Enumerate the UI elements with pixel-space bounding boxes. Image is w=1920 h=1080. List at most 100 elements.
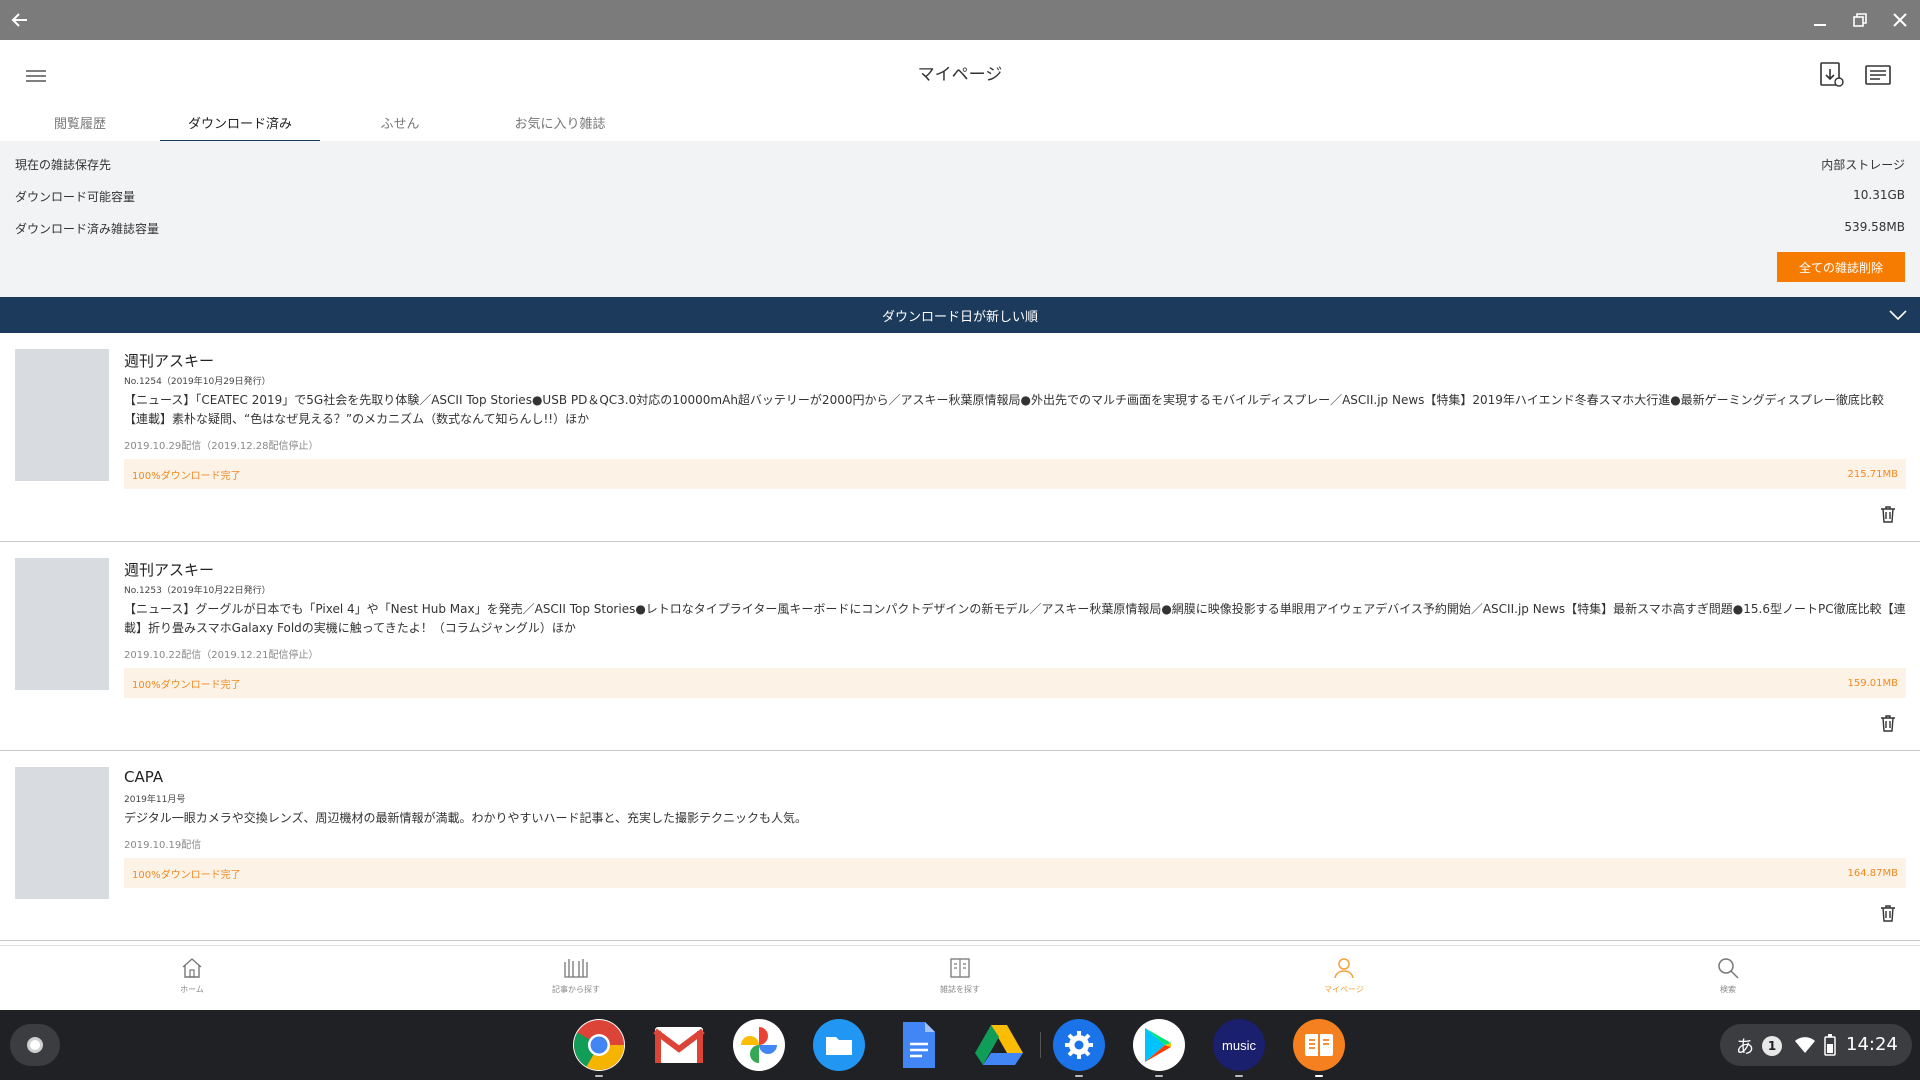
download-status: 100%ダウンロード完了 215.71MB bbox=[124, 459, 1906, 489]
back-button[interactable] bbox=[6, 0, 34, 40]
clock: 14:24 bbox=[1846, 1034, 1898, 1055]
tab-downloaded[interactable]: ダウンロード済み bbox=[160, 112, 320, 142]
sort-selector[interactable]: ダウンロード日が新しい順 bbox=[0, 297, 1920, 333]
magazine-cover[interactable] bbox=[15, 558, 109, 690]
articles-icon bbox=[564, 959, 588, 978]
news-button[interactable] bbox=[1864, 62, 1894, 88]
amazon-music-icon: music bbox=[1222, 1037, 1256, 1053]
magazine-cover[interactable] bbox=[15, 767, 109, 899]
minimize-button[interactable] bbox=[1806, 0, 1834, 40]
battery-icon bbox=[1824, 1034, 1836, 1056]
delivery-date: 2019.10.29配信（2019.12.28配信停止） bbox=[124, 441, 319, 452]
drive-app[interactable] bbox=[973, 1019, 1025, 1071]
list-item[interactable]: 週刊アスキー No.1254（2019年10月29日発行） 【ニュース】「CEA… bbox=[0, 333, 1920, 542]
trash-icon bbox=[1881, 715, 1895, 732]
downloaded-capacity-row: ダウンロード済み雑誌容量 539.58MB bbox=[15, 220, 1905, 240]
delivery-date: 2019.10.19配信 bbox=[124, 840, 202, 851]
storage-location-row: 現在の雑誌保存先 内部ストレージ bbox=[15, 156, 1905, 176]
download-status-text: 100%ダウンロード完了 bbox=[132, 869, 241, 881]
files-icon bbox=[826, 1037, 852, 1055]
tab-bar: 閲覧履歴 ダウンロード済み ふせん お気に入り雑誌 bbox=[0, 112, 1920, 142]
amazon-music-app[interactable]: music bbox=[1213, 1019, 1265, 1077]
play-store-icon bbox=[1145, 1028, 1171, 1062]
files-app[interactable] bbox=[813, 1019, 865, 1071]
shelf-separator bbox=[1040, 1032, 1041, 1058]
available-capacity-value: 10.31GB bbox=[1853, 188, 1905, 202]
running-indicator bbox=[1235, 1075, 1243, 1077]
play-store-app[interactable] bbox=[1133, 1019, 1185, 1077]
chevron-down-icon bbox=[1889, 310, 1907, 321]
download-status: 100%ダウンロード完了 159.01MB bbox=[124, 668, 1906, 698]
file-size: 164.87MB bbox=[1847, 867, 1898, 879]
delete-button[interactable] bbox=[1877, 711, 1899, 735]
available-capacity-label: ダウンロード可能容量 bbox=[15, 190, 136, 204]
storage-location-value: 内部ストレージ bbox=[1821, 158, 1905, 172]
trash-icon bbox=[1881, 905, 1895, 922]
nav-articles-label: 記事から探す bbox=[552, 985, 600, 994]
download-manage-button[interactable] bbox=[1818, 60, 1846, 90]
photos-app[interactable] bbox=[733, 1019, 785, 1071]
issue-number: No.1254（2019年10月29日発行） bbox=[124, 377, 271, 387]
nav-mypage-label: マイページ bbox=[1324, 985, 1364, 994]
gmail-icon bbox=[653, 1027, 705, 1063]
nav-home[interactable]: ホーム bbox=[132, 954, 252, 995]
nav-mypage[interactable]: マイページ bbox=[1284, 954, 1404, 995]
file-size: 215.71MB bbox=[1847, 468, 1898, 480]
close-button[interactable] bbox=[1886, 0, 1914, 40]
nav-search-label: 検索 bbox=[1720, 985, 1736, 994]
delete-button[interactable] bbox=[1877, 502, 1899, 526]
home-icon bbox=[182, 958, 202, 978]
nav-articles[interactable]: 記事から探す bbox=[516, 954, 636, 995]
arrow-left-icon bbox=[11, 13, 27, 27]
gmail-app[interactable] bbox=[653, 1019, 705, 1071]
download-manage-icon bbox=[1820, 62, 1844, 87]
storage-info: 現在の雑誌保存先 内部ストレージ ダウンロード可能容量 10.31GB ダウンロ… bbox=[0, 141, 1920, 297]
photos-icon bbox=[741, 1027, 777, 1063]
tab-bookmarks[interactable]: ふせん bbox=[320, 112, 480, 142]
magazine-title: 週刊アスキー bbox=[124, 352, 215, 370]
drive-icon bbox=[975, 1025, 1023, 1065]
tab-favorite-magazines[interactable]: お気に入り雑誌 bbox=[480, 112, 640, 142]
nav-magazines[interactable]: 雑誌を探す bbox=[900, 954, 1020, 995]
running-indicator bbox=[1075, 1075, 1083, 1077]
running-indicator bbox=[1315, 1075, 1323, 1077]
nav-home-label: ホーム bbox=[180, 985, 204, 994]
storage-location-label: 現在の雑誌保存先 bbox=[15, 158, 112, 172]
download-status: 100%ダウンロード完了 164.87MB bbox=[124, 858, 1906, 888]
running-indicator bbox=[595, 1075, 603, 1077]
downloaded-capacity-label: ダウンロード済み雑誌容量 bbox=[15, 222, 160, 236]
window-titlebar bbox=[0, 0, 1920, 40]
download-status-text: 100%ダウンロード完了 bbox=[132, 470, 241, 482]
downloaded-capacity-value: 539.58MB bbox=[1844, 220, 1905, 234]
magazine-app[interactable] bbox=[1293, 1019, 1345, 1077]
chrome-app[interactable] bbox=[573, 1019, 625, 1077]
launcher-icon bbox=[27, 1037, 43, 1053]
delete-button[interactable] bbox=[1877, 901, 1899, 925]
list-item[interactable]: 週刊アスキー No.1253（2019年10月22日発行） 【ニュース】グーグル… bbox=[0, 542, 1920, 751]
wifi-icon bbox=[1795, 1037, 1815, 1053]
file-size: 159.01MB bbox=[1847, 677, 1898, 689]
docs-icon bbox=[903, 1022, 935, 1068]
maximize-button[interactable] bbox=[1846, 0, 1874, 40]
ime-indicator: あ bbox=[1736, 1037, 1754, 1058]
list-item[interactable]: CAPA 2019年11月号 デジタル一眼カメラや交換レンズ、周辺機材の最新情報… bbox=[0, 751, 1920, 941]
magazine-title: 週刊アスキー bbox=[124, 561, 215, 579]
nav-search[interactable]: 検索 bbox=[1668, 954, 1788, 995]
bottom-navigation: ホーム 記事から探す 雑誌を探す マイページ 検索 bbox=[0, 945, 1920, 1010]
delivery-date: 2019.10.22配信（2019.12.21配信停止） bbox=[124, 650, 319, 661]
magazine-description: 【ニュース】「CEATEC 2019」で5G社会を先取り体験／ASCII Top… bbox=[124, 393, 1884, 426]
magazines-icon bbox=[950, 958, 970, 978]
settings-app[interactable] bbox=[1053, 1019, 1105, 1077]
launcher-button[interactable] bbox=[10, 1024, 60, 1066]
status-tray[interactable]: あ 1 14:24 bbox=[1720, 1024, 1912, 1066]
app-header: マイページ 閲覧履歴 ダウンロード済み ふせん お気に入り雑誌 bbox=[0, 40, 1920, 142]
minimize-icon bbox=[1814, 24, 1826, 26]
tab-history[interactable]: 閲覧履歴 bbox=[0, 112, 160, 142]
magazine-title: CAPA bbox=[124, 768, 164, 786]
delete-all-button[interactable]: 全ての雑誌削除 bbox=[1777, 252, 1905, 282]
magazine-cover[interactable] bbox=[15, 349, 109, 481]
os-shelf: music あ 1 14:24 bbox=[0, 1010, 1920, 1080]
docs-app[interactable] bbox=[893, 1019, 945, 1071]
issue-number: 2019年11月号 bbox=[124, 795, 186, 805]
notification-count: 1 bbox=[1762, 1036, 1782, 1056]
